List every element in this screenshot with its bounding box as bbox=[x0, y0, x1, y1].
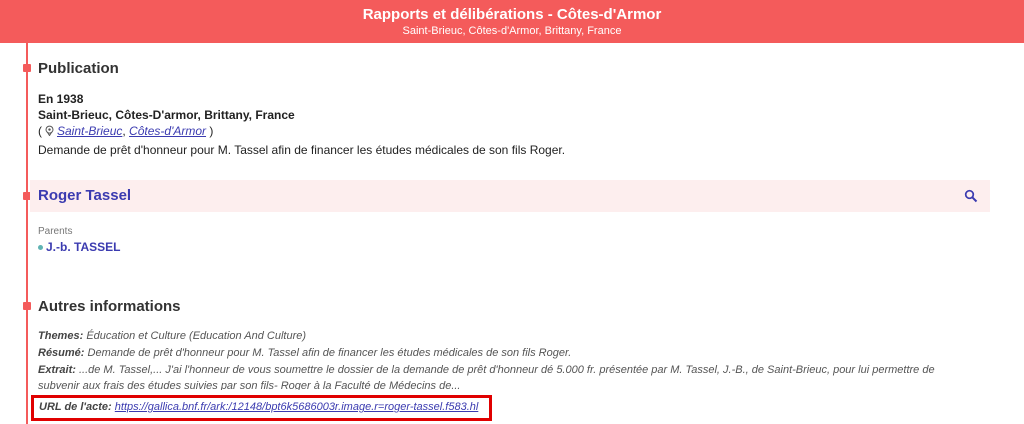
act-url-link[interactable]: https://gallica.bnf.fr/ark:/12148/bpt6k5… bbox=[115, 401, 479, 413]
url-line: URL de l'acte: https://gallica.bnf.fr/ar… bbox=[39, 401, 478, 413]
location-link-department[interactable]: Côtes-d'Armor bbox=[129, 124, 206, 138]
parent-item[interactable]: J.-b. TASSEL bbox=[38, 240, 120, 254]
publication-description: Demande de prêt d'honneur pour M. Tassel… bbox=[38, 143, 566, 157]
search-icon[interactable] bbox=[964, 189, 978, 203]
publication-year: En 1938 bbox=[38, 92, 84, 106]
resume-value: Demande de prêt d'honneur pour M. Tassel… bbox=[87, 347, 572, 359]
themes-line: Themes: Éducation et Culture (Education … bbox=[38, 328, 306, 344]
timeline-line bbox=[26, 43, 28, 424]
themes-label: Themes: bbox=[38, 330, 84, 342]
person-header: Roger Tassel bbox=[30, 180, 990, 212]
bullet-dot-icon bbox=[38, 245, 43, 251]
page-subtitle: Saint-Brieuc, Côtes-d'Armor, Brittany, F… bbox=[402, 25, 622, 37]
timeline-marker-other-info bbox=[23, 302, 31, 310]
parents-label: Parents bbox=[38, 226, 73, 237]
url-highlight-box: URL de l'acte: https://gallica.bnf.fr/ar… bbox=[31, 395, 492, 421]
person-name-link[interactable]: Roger Tassel bbox=[38, 187, 131, 204]
parent-name-link[interactable]: J.-b. TASSEL bbox=[46, 240, 120, 254]
extrait-line: Extrait: ...de M. Tassel,... J'ai l'honn… bbox=[38, 362, 978, 390]
location-link-city[interactable]: Saint-Brieuc bbox=[57, 124, 122, 138]
resume-label: Résumé: bbox=[38, 347, 85, 359]
other-info-heading: Autres informations bbox=[38, 298, 181, 315]
publication-place: Saint-Brieuc, Côtes-D'armor, Brittany, F… bbox=[38, 108, 295, 122]
page-header: Rapports et délibérations - Côtes-d'Armo… bbox=[0, 0, 1024, 43]
timeline-marker-publication bbox=[23, 64, 31, 72]
extrait-label: Extrait: bbox=[38, 364, 76, 376]
publication-location-links: (Saint-Brieuc, Côtes-d'Armor ) bbox=[38, 124, 214, 138]
extrait-value: ...de M. Tassel,... J'ai l'honneur de vo… bbox=[38, 364, 935, 390]
page-title: Rapports et délibérations - Côtes-d'Armo… bbox=[362, 6, 662, 23]
resume-line: Résumé: Demande de prêt d'honneur pour M… bbox=[38, 345, 571, 361]
themes-value: Éducation et Culture (Education And Cult… bbox=[86, 330, 307, 342]
url-label: URL de l'acte: bbox=[39, 401, 112, 413]
publication-heading: Publication bbox=[38, 60, 119, 77]
map-pin-icon bbox=[45, 125, 54, 137]
